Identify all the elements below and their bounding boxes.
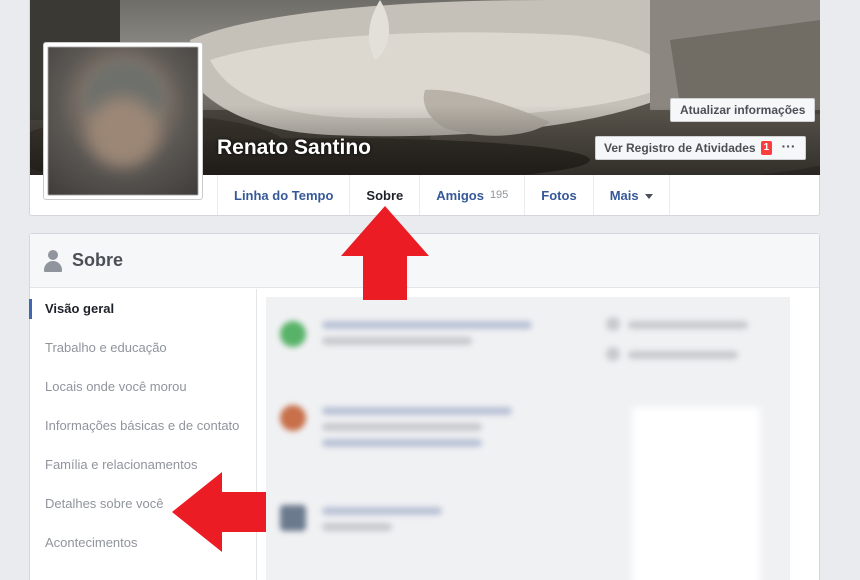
person-icon: [43, 249, 63, 272]
tab-more-label: Mais: [609, 187, 639, 203]
activity-log-label: Ver Registro de Atividades: [604, 141, 756, 155]
profile-name[interactable]: Renato Santino: [217, 136, 371, 160]
profile-picture-image: [48, 47, 198, 195]
annotation-arrow-left-icon: [172, 472, 266, 552]
activity-log-button[interactable]: Ver Registro de Atividades 1: [595, 136, 782, 160]
blurred-overview-row-1: [266, 297, 790, 377]
nav-contact-basic-info[interactable]: Informações básicas e de contato: [30, 406, 256, 445]
profile-picture[interactable]: [43, 42, 203, 200]
nav-work-education[interactable]: Trabalho e educação: [30, 328, 256, 367]
tab-more[interactable]: Mais: [592, 175, 670, 215]
profile-header: Renato Santino Atualizar informações Ver…: [29, 0, 820, 216]
update-info-button[interactable]: Atualizar informações: [670, 98, 816, 122]
blurred-overview-row-3: [266, 487, 606, 567]
blurred-side-panel: [632, 407, 760, 580]
tab-about-label: Sobre: [366, 187, 404, 203]
friends-count: 195: [489, 189, 509, 201]
about-title: Sobre: [72, 250, 124, 270]
tab-timeline[interactable]: Linha do Tempo: [217, 175, 349, 215]
tab-friends-label: Amigos: [436, 187, 484, 203]
nav-overview[interactable]: Visão geral: [29, 289, 256, 328]
tab-photos-label: Fotos: [541, 187, 577, 203]
caret-down-icon: [644, 193, 653, 199]
profile-tabs: Linha do Tempo Sobre Amigos 195 Fotos Ma…: [217, 175, 670, 215]
activity-notification-badge: 1: [760, 141, 773, 155]
tab-friends[interactable]: Amigos 195: [419, 175, 524, 215]
about-content-blurred: [266, 297, 790, 580]
tab-photos[interactable]: Fotos: [524, 175, 592, 215]
nav-places-lived[interactable]: Locais onde você morou: [30, 367, 256, 406]
more-options-button[interactable]: ···: [772, 136, 806, 160]
blurred-overview-row-2: [266, 389, 606, 469]
tab-timeline-label: Linha do Tempo: [234, 187, 334, 203]
annotation-arrow-up-icon: [341, 206, 429, 300]
